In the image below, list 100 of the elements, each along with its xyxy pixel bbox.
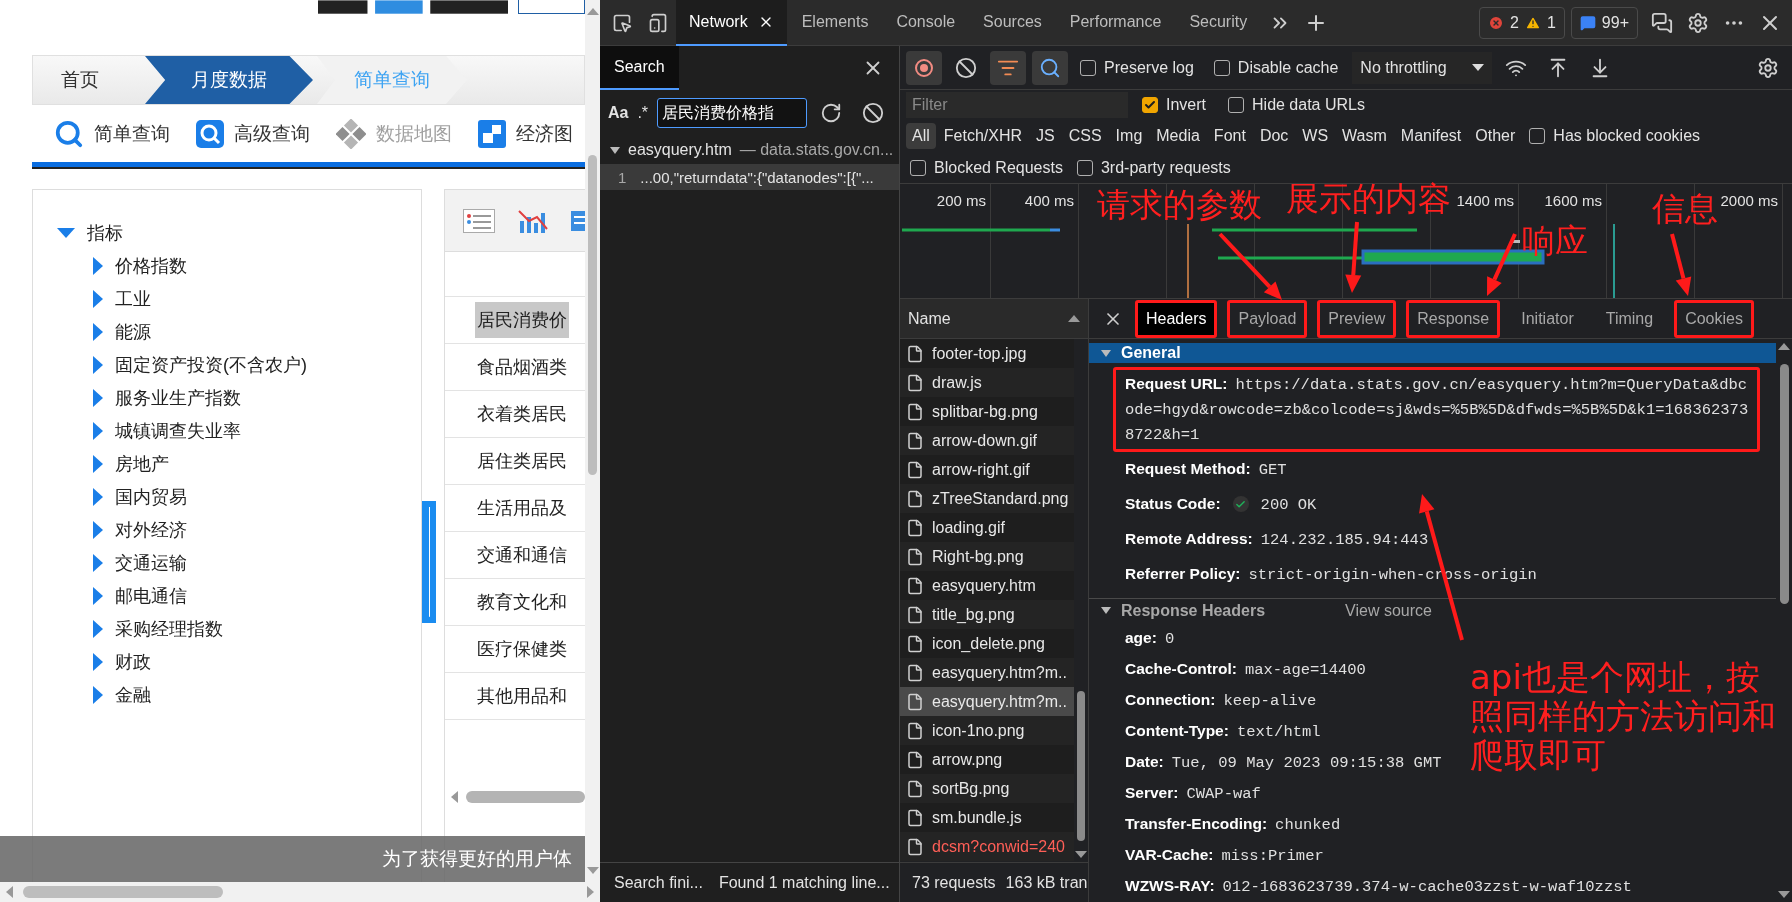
record-button[interactable] <box>906 50 942 85</box>
request-row[interactable]: easyquery.htm <box>900 571 1074 600</box>
table-cell[interactable]: 居住类居民 <box>475 443 569 479</box>
detail-tab[interactable]: Headers <box>1135 299 1218 338</box>
bar-chart-icon[interactable] <box>517 208 549 233</box>
request-row[interactable]: footer-top.jpg <box>900 339 1074 368</box>
checkbox[interactable] <box>1213 59 1230 76</box>
table-cell[interactable]: 交通和通信 <box>475 537 569 573</box>
request-row[interactable]: icon_delete.png <box>900 629 1074 658</box>
checkbox[interactable] <box>1142 97 1158 113</box>
tree-item[interactable]: 能源 <box>93 315 421 348</box>
request-row[interactable]: sortBg.png <box>900 774 1074 803</box>
request-row[interactable]: arrow-right.gif <box>900 455 1074 484</box>
request-row[interactable]: Right-bg.png <box>900 542 1074 571</box>
search-input[interactable]: 居民消费价格指 <box>657 98 807 128</box>
devtools-tab[interactable]: Security <box>1176 0 1261 46</box>
tool-link[interactable]: 经济图 <box>478 119 573 148</box>
tree-item[interactable]: 价格指数 <box>93 249 421 282</box>
tree-item[interactable]: 固定资产投资(不含农户) <box>93 348 421 381</box>
type-filter[interactable]: Img <box>1109 123 1149 149</box>
type-filter[interactable]: CSS <box>1062 123 1108 149</box>
request-row[interactable]: easyquery.htm?m.. <box>900 687 1074 716</box>
messages-badge[interactable]: 99+ <box>1570 6 1638 39</box>
regex-toggle[interactable]: .* <box>634 97 651 129</box>
tree-item[interactable]: 指标 <box>57 216 421 249</box>
type-filter[interactable]: All <box>906 123 936 149</box>
type-filter[interactable]: Other <box>1469 123 1522 149</box>
devtools-tab[interactable]: Performance <box>1056 0 1175 46</box>
filter-button[interactable] <box>990 50 1026 85</box>
checkbox[interactable] <box>1228 97 1244 113</box>
breadcrumb-link[interactable]: 首页 <box>33 56 145 104</box>
checkbox[interactable] <box>1080 59 1096 76</box>
table-cell[interactable]: 衣着类居民 <box>475 396 569 432</box>
type-filter[interactable]: Media <box>1150 123 1206 149</box>
table-cell[interactable]: 生活用品及 <box>475 490 569 526</box>
throttling-select[interactable]: No throttling <box>1352 51 1493 84</box>
search-match[interactable]: 1 ...00,"returndata":{"datanodes":[{"... <box>600 164 899 190</box>
tree-item[interactable]: 国内贸易 <box>93 480 421 513</box>
detail-tab[interactable]: Preview <box>1317 299 1397 338</box>
request-row[interactable]: dcsm?conwid=240 <box>900 832 1074 861</box>
breadcrumb-link[interactable]: 月度数据 <box>145 56 313 104</box>
caret-icon[interactable] <box>610 146 620 154</box>
detail-tab[interactable]: Payload <box>1227 299 1308 338</box>
table-cell[interactable]: 食品烟酒类 <box>475 349 569 385</box>
tree-item[interactable]: 采购经理指数 <box>93 612 421 645</box>
checkbox[interactable] <box>910 159 926 176</box>
request-row[interactable]: splitbar-bg.png <box>900 397 1074 426</box>
tree-item[interactable]: 金融 <box>93 678 421 711</box>
request-row[interactable]: sm.bundle.js <box>900 803 1074 832</box>
detail-tab[interactable]: Cookies <box>1674 299 1754 338</box>
request-row[interactable]: easyquery.htm?m.. <box>900 658 1074 687</box>
tree-item[interactable]: 对外经济 <box>93 513 421 546</box>
devtools-tab[interactable]: Console <box>883 0 969 46</box>
type-filter[interactable]: WS <box>1296 123 1335 149</box>
checkbox[interactable] <box>1076 159 1093 176</box>
column-header[interactable]: Name <box>908 309 951 328</box>
section-header[interactable]: General <box>1089 343 1776 364</box>
type-filter[interactable]: Fetch/XHR <box>937 123 1029 149</box>
view-source-link[interactable]: View source <box>1345 601 1432 620</box>
tree-item[interactable]: 财政 <box>93 645 421 678</box>
tool-link[interactable]: 简单查询 <box>54 118 170 149</box>
type-filter[interactable]: Wasm <box>1336 123 1393 149</box>
table-icon[interactable] <box>571 208 585 233</box>
request-row[interactable]: title_bg.png <box>900 600 1074 629</box>
table-cell[interactable]: 居民消费价 <box>475 302 569 338</box>
detail-tab[interactable]: Timing <box>1594 299 1665 338</box>
devtools-tab[interactable]: Network <box>676 0 787 46</box>
result-file[interactable]: easyquery.htm <box>628 141 732 159</box>
type-filter[interactable]: Doc <box>1253 123 1295 149</box>
match-case-toggle[interactable]: Aa <box>608 97 629 129</box>
input-field[interactable] <box>518 0 585 14</box>
checkbox[interactable] <box>1529 128 1546 144</box>
type-filter[interactable]: Manifest <box>1394 123 1468 149</box>
devtools-tab[interactable]: Sources <box>970 0 1055 46</box>
list-view-icon[interactable] <box>463 208 495 233</box>
splitter-handle[interactable] <box>422 501 436 623</box>
filter-input[interactable]: Filter <box>906 92 1128 118</box>
request-row[interactable]: icon-1no.png <box>900 716 1074 745</box>
horizontal-scrollbar[interactable] <box>0 882 600 902</box>
tool-link[interactable]: 高级查询 <box>196 119 310 148</box>
tree-item[interactable]: 交通运输 <box>93 546 421 579</box>
tree-item[interactable]: 服务业生产指数 <box>93 381 421 414</box>
detail-tab[interactable]: Response <box>1406 299 1501 338</box>
request-row[interactable]: zTreeStandard.png <box>900 484 1074 513</box>
tree-item[interactable]: 房地产 <box>93 447 421 480</box>
tree-item[interactable]: 邮电通信 <box>93 579 421 612</box>
devtools-tab[interactable]: Elements <box>788 0 882 46</box>
tree-item[interactable]: 工业 <box>93 282 421 315</box>
request-row[interactable]: arrow.png <box>900 745 1074 774</box>
table-cell[interactable]: 教育文化和 <box>475 584 569 620</box>
request-row[interactable]: loading.gif <box>900 513 1074 542</box>
table-cell[interactable]: 医疗保健类 <box>475 631 569 667</box>
sort-icon[interactable] <box>1068 315 1080 322</box>
detail-tab[interactable]: Initiator <box>1510 299 1585 338</box>
section-header[interactable]: Response Headers View source <box>1089 597 1776 623</box>
issues-badge[interactable]: 2 1 <box>1479 6 1565 39</box>
request-row[interactable]: arrow-down.gif <box>900 426 1074 455</box>
type-filter[interactable]: JS <box>1030 123 1061 149</box>
search-button[interactable] <box>1032 50 1068 85</box>
type-filter[interactable]: Font <box>1207 123 1252 149</box>
